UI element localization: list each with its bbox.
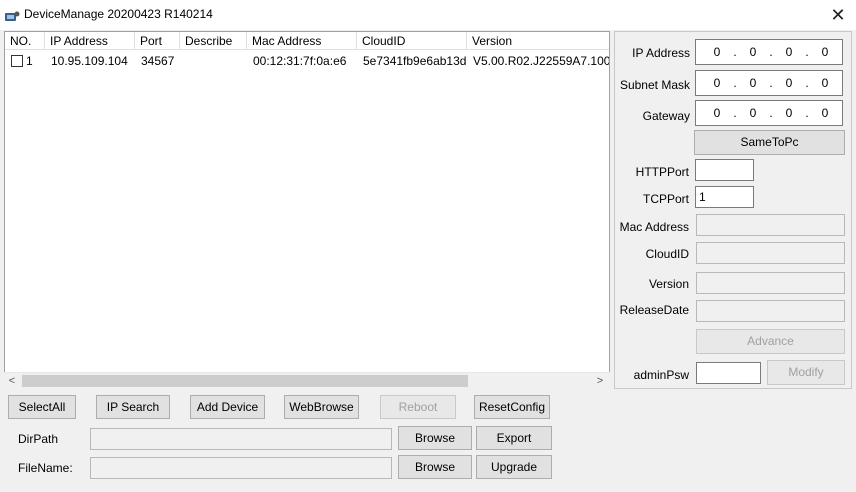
device-manager-icon (5, 11, 20, 21)
close-button[interactable]: ✕ (820, 0, 856, 30)
release-date-label: ReleaseDate (619, 303, 689, 317)
row-checkbox[interactable] (11, 55, 23, 67)
upgrade-button[interactable]: Upgrade (476, 455, 552, 479)
advance-button[interactable]: Advance (696, 329, 845, 354)
modify-button[interactable]: Modify (767, 360, 845, 385)
select-all-button[interactable]: SelectAll (8, 395, 76, 419)
cloudid-field (696, 242, 845, 264)
scrollbar-thumb[interactable] (22, 375, 468, 387)
column-header-describe[interactable]: Describe (180, 32, 247, 50)
column-header-mac-address[interactable]: Mac Address (247, 32, 357, 50)
admin-password-input[interactable] (696, 362, 761, 384)
http-port-label: HTTPPort (635, 165, 689, 179)
tcp-port-input[interactable]: 1 (695, 186, 754, 208)
file-name-label: FileName: (18, 461, 73, 475)
close-icon: ✕ (830, 4, 846, 25)
cell-no: 1 (26, 54, 33, 68)
column-header-port[interactable]: Port (135, 32, 180, 50)
mac-address-label: Mac Address (619, 220, 689, 234)
release-date-field (696, 300, 845, 322)
gateway-input[interactable]: 0 . 0 . 0 . 0 (695, 100, 843, 126)
gateway-label: Gateway (642, 109, 690, 123)
ip-search-button[interactable]: IP Search (96, 395, 170, 419)
horizontal-scrollbar[interactable]: < > (4, 372, 610, 389)
table-row[interactable]: 1 10.95.109.104 34567 00:12:31:7f:0a:e6 … (5, 52, 610, 70)
network-settings-panel: IP Address 0 . 0 . 0 . 0 Subnet Mask 0 .… (614, 31, 852, 389)
cell-mac-address: 00:12:31:7f:0a:e6 (253, 54, 347, 68)
web-browse-button[interactable]: WebBrowse (284, 395, 359, 419)
column-header-no[interactable]: NO. (5, 32, 45, 50)
mac-address-field (696, 214, 845, 236)
dir-path-label: DirPath (18, 432, 59, 446)
subnet-mask-label: Subnet Mask (619, 78, 690, 92)
version-label: Version (648, 277, 689, 291)
cell-port: 34567 (141, 54, 175, 68)
cell-cloudid: 5e7341fb9e6ab13d (363, 54, 467, 68)
list-header: NO. IP Address Port Describe Mac Address… (5, 32, 609, 50)
column-header-cloudid[interactable]: CloudID (357, 32, 467, 50)
add-device-button[interactable]: Add Device (190, 395, 265, 419)
column-header-ip-address[interactable]: IP Address (45, 32, 135, 50)
scroll-left-icon[interactable]: < (4, 373, 20, 390)
browse-dir-button[interactable]: Browse (398, 426, 472, 450)
dir-path-input[interactable] (90, 428, 392, 450)
cell-ip-address: 10.95.109.104 (51, 54, 128, 68)
admin-password-label: adminPsw (633, 368, 689, 382)
ip-address-label: IP Address (632, 46, 690, 60)
column-header-version[interactable]: Version (467, 32, 609, 50)
browse-file-button[interactable]: Browse (398, 455, 472, 479)
subnet-mask-input[interactable]: 0 . 0 . 0 . 0 (695, 70, 843, 96)
tcp-port-label: TCPPort (642, 192, 689, 206)
device-list[interactable]: NO. IP Address Port Describe Mac Address… (4, 31, 610, 389)
cell-version: V5.00.R02.J22559A7.10010 (473, 54, 610, 68)
scroll-right-icon[interactable]: > (592, 373, 608, 390)
export-button[interactable]: Export (476, 426, 552, 450)
ip-address-input[interactable]: 0 . 0 . 0 . 0 (695, 39, 843, 65)
version-field (696, 272, 845, 294)
reset-config-button[interactable]: ResetConfig (474, 395, 550, 419)
title-bar: DeviceManage 20200423 R140214 ✕ (0, 0, 856, 30)
file-name-input[interactable] (90, 457, 392, 479)
same-to-pc-button[interactable]: SameToPc (694, 130, 845, 155)
window-title: DeviceManage 20200423 R140214 (24, 7, 213, 21)
cloudid-label: CloudID (645, 247, 689, 261)
reboot-button[interactable]: Reboot (380, 395, 456, 419)
http-port-input[interactable] (695, 159, 754, 181)
